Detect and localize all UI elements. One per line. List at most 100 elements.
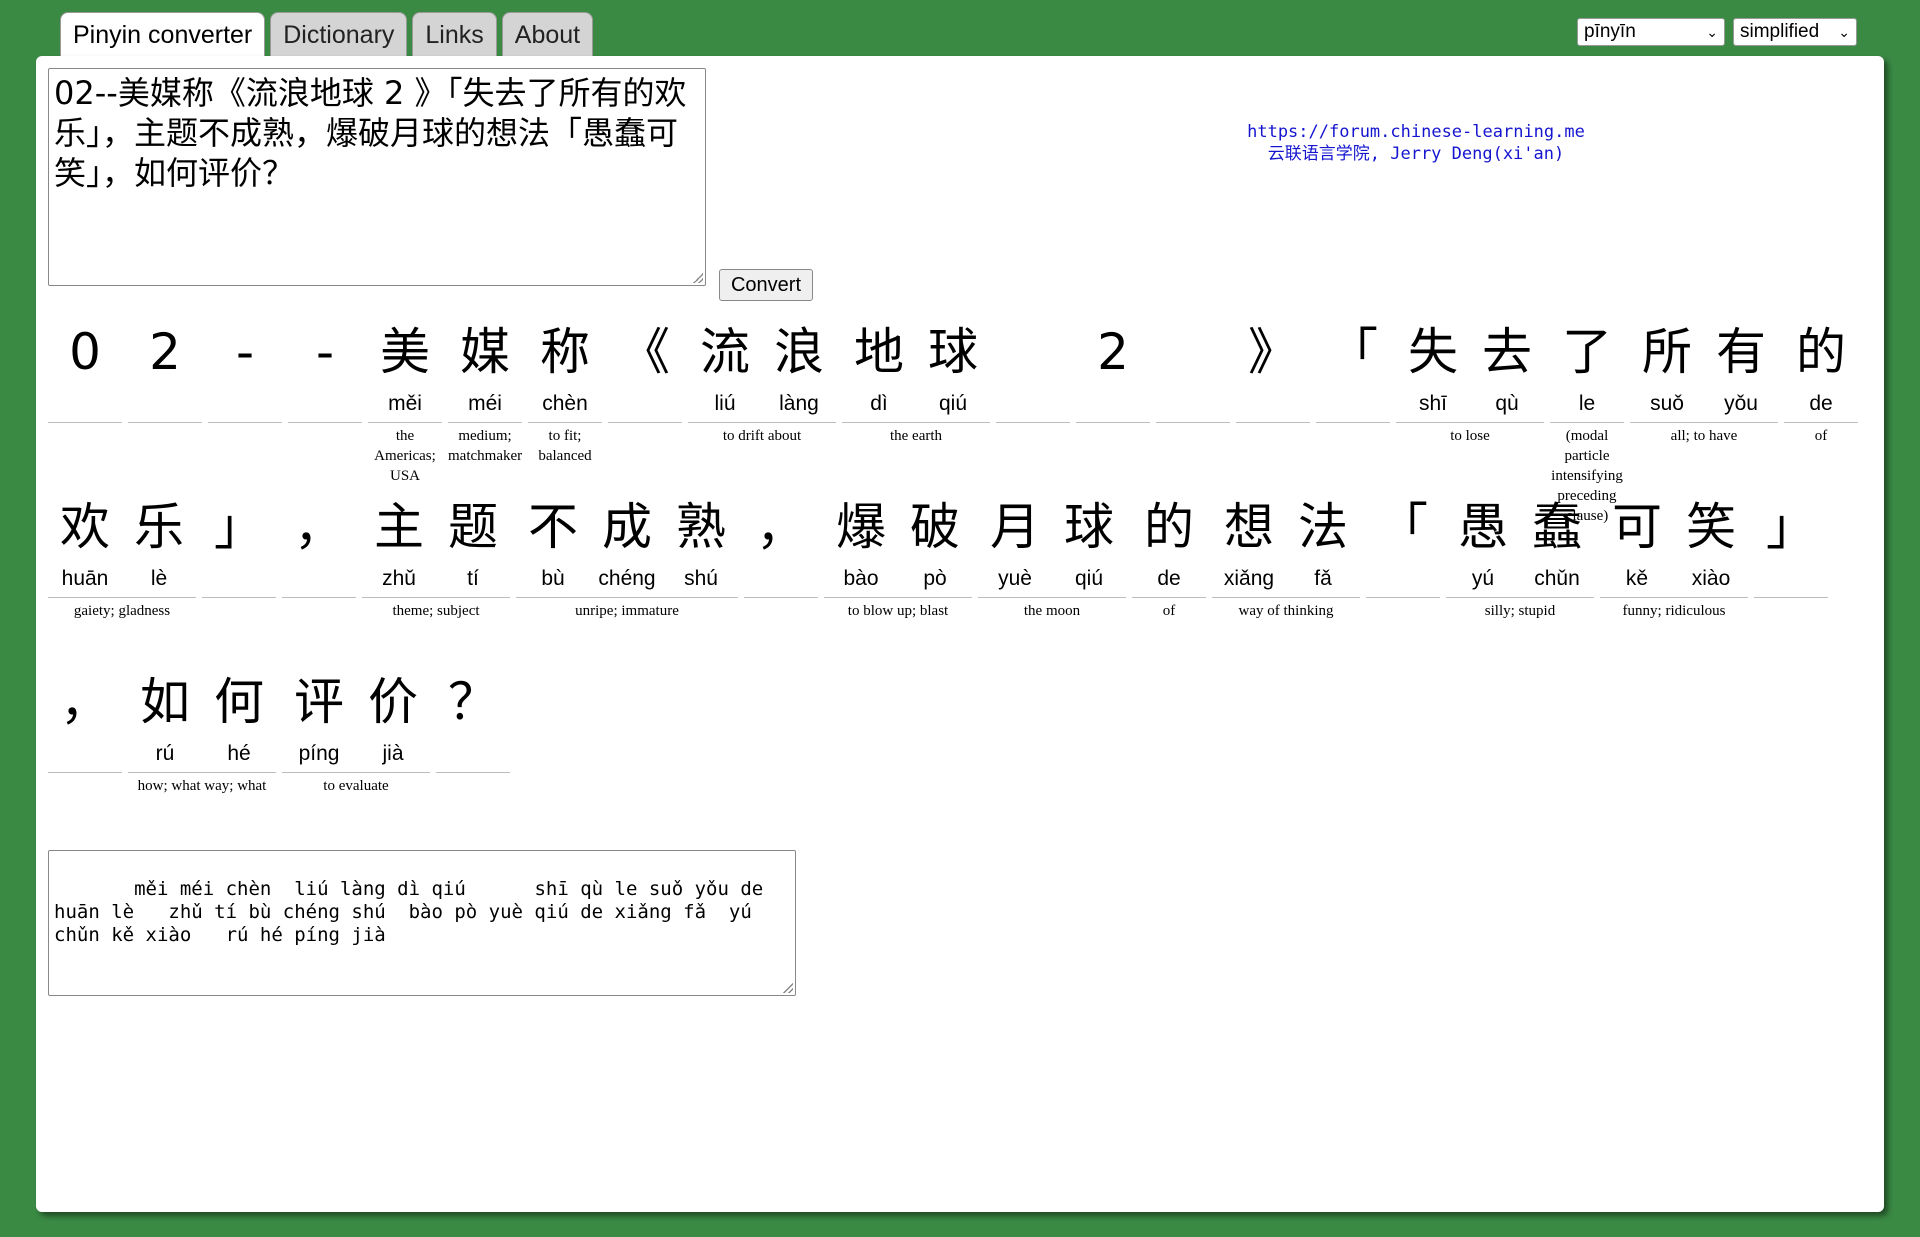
char-cell: 欢 huān [48, 489, 122, 593]
char-cell: 》 [1236, 314, 1310, 418]
pinyin: qiú [938, 392, 968, 415]
word-group[interactable]: 「 [1366, 489, 1440, 621]
word-group[interactable]: 欢 huān 乐 lè gaiety; gladness [48, 489, 196, 621]
pinyin: chéng [598, 567, 656, 590]
char-cell: - [208, 314, 282, 418]
tone-mode-value: pīnyīn [1584, 21, 1636, 42]
word-group[interactable]: 月 yuè 球 qiú the moon [978, 489, 1126, 621]
char-cell: 破 pò [898, 489, 972, 593]
char-cell [996, 314, 1070, 418]
word-group[interactable]: 不 bù 成 chéng 熟 shú unripe; immature [516, 489, 738, 621]
resize-handle-icon[interactable] [693, 273, 703, 283]
credit-author: 云联语言学院, Jerry Deng(xi'an) [1267, 144, 1565, 164]
word-group[interactable]: 评 píng 价 jià to evaluate [282, 664, 430, 796]
definition: to blow up; blast [847, 603, 949, 619]
pinyin [1754, 565, 1828, 593]
pinyin: tí [467, 567, 479, 590]
pinyin [282, 565, 356, 593]
char-cell: ？ [436, 664, 510, 768]
forum-link[interactable]: https://forum.chinese-learning.me [1216, 121, 1616, 143]
word-group[interactable]: 想 xiǎng 法 fǎ way of thinking [1212, 489, 1360, 621]
hanzi: 主 [374, 498, 424, 556]
pinyin: xiǎng [1223, 567, 1275, 590]
resize-handle-icon[interactable] [783, 983, 793, 993]
convert-button[interactable]: Convert [719, 269, 813, 301]
hanzi: 去 [1482, 323, 1532, 381]
hanzi: 评 [294, 673, 344, 731]
pinyin [48, 390, 122, 418]
hanzi: - [315, 323, 335, 381]
word-group[interactable]: 愚 yú 蠢 chǔn silly; stupid [1446, 489, 1594, 621]
definition [996, 423, 1070, 426]
chinese-text-input[interactable]: 02--美媒称《流浪地球 2 》「失去了所有的欢乐」，主题不成熟，爆破月球的想法… [48, 68, 706, 286]
hanzi: 0 [69, 323, 101, 381]
char-cell [1156, 314, 1230, 418]
definition [1366, 598, 1440, 601]
definition [1316, 423, 1390, 426]
word-group[interactable]: ， [744, 489, 818, 621]
word-group[interactable]: 爆 bào 破 pò to blow up; blast [824, 489, 972, 621]
pinyin: lè [150, 567, 168, 590]
hanzi: 熟 [676, 498, 726, 556]
char-cell: 媒 méi [448, 314, 522, 418]
char-cell: 浪 làng [762, 314, 836, 418]
script-select[interactable]: simplified ⌄ [1733, 18, 1857, 46]
word-group[interactable]: 可 kě 笑 xiào funny; ridiculous [1600, 489, 1748, 621]
pinyin: liú [714, 392, 736, 415]
pinyin [996, 390, 1070, 418]
hanzi: 《 [620, 323, 670, 381]
hanzi: 球 [928, 323, 978, 381]
definition: how; what way; what [137, 778, 267, 794]
hanzi: 如 [140, 673, 190, 731]
char-cell: 熟 shú [664, 489, 738, 593]
hanzi: 2 [149, 323, 181, 381]
word-group[interactable]: ？ [436, 664, 510, 796]
definition: silly; stupid [1484, 603, 1556, 619]
word-group[interactable]: 」 [202, 489, 276, 621]
tab-about[interactable]: About [501, 12, 594, 56]
pinyin [288, 390, 362, 418]
char-cell: 球 qiú [1052, 489, 1126, 593]
definition: gaiety; gladness [73, 603, 171, 619]
hanzi: 不 [528, 498, 578, 556]
definition: medium; matchmaker [448, 428, 523, 464]
word-group[interactable]: 如 rú 何 hé how; what way; what [128, 664, 276, 796]
word-group[interactable]: 主 zhǔ 题 tí theme; subject [362, 489, 510, 621]
hanzi: 了 [1562, 323, 1612, 381]
definition [208, 423, 282, 426]
hanzi: ， [60, 673, 110, 731]
hanzi: 浪 [774, 323, 824, 381]
tab-dictionary[interactable]: Dictionary [270, 12, 408, 56]
pinyin: rú [155, 742, 175, 765]
char-cell: 美 měi [368, 314, 442, 418]
char-cell: 2 [1076, 314, 1150, 418]
tab-links[interactable]: Links [412, 12, 497, 56]
definition [1236, 423, 1310, 426]
hanzi: 破 [910, 498, 960, 556]
hanzi: 何 [214, 673, 264, 731]
hanzi: 价 [368, 673, 418, 731]
word-group[interactable]: ， [48, 664, 122, 796]
char-cell: 2 [128, 314, 202, 418]
char-cell: 球 qiú [916, 314, 990, 418]
pinyin: měi [388, 392, 422, 415]
definition [202, 598, 276, 601]
tone-mode-select[interactable]: pīnyīn ⌄ [1577, 18, 1725, 46]
char-cell: 称 chèn [528, 314, 602, 418]
word-group[interactable]: ， [282, 489, 356, 621]
char-cell: 「 [1316, 314, 1390, 418]
char-cell: 的 de [1784, 314, 1858, 418]
char-cell: ， [282, 489, 356, 593]
word-group[interactable]: 的 de of [1132, 489, 1206, 621]
char-cell: 蠢 chǔn [1520, 489, 1594, 593]
hanzi: 想 [1224, 498, 1274, 556]
pinyin-output[interactable]: měi méi chèn liú làng dì qiú shī qù le s… [48, 850, 796, 996]
char-cell: 不 bù [516, 489, 590, 593]
site-credit: https://forum.chinese-learning.me 云联语言学院… [1216, 121, 1616, 165]
char-cell: 失 shī [1396, 314, 1470, 418]
hanzi: 球 [1064, 498, 1114, 556]
pinyin: qiú [1074, 567, 1104, 590]
pinyin: shī [1418, 392, 1447, 415]
pinyin: kě [1625, 567, 1649, 590]
word-group[interactable]: 」 [1754, 489, 1828, 621]
